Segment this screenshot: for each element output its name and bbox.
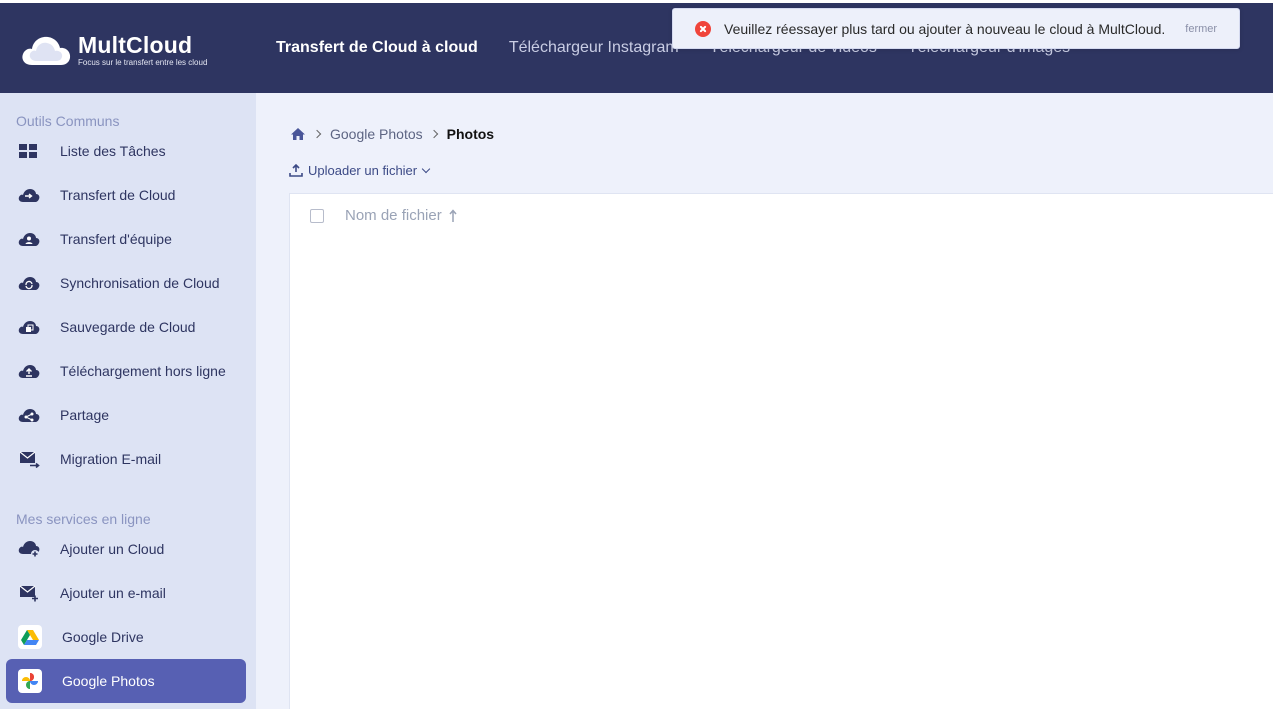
sort-ascending-icon[interactable] [448, 208, 458, 223]
sidebar-item-offline-download[interactable]: Téléchargement hors ligne [6, 349, 246, 393]
sidebar-item-label: Transfert de Cloud [60, 187, 176, 203]
sidebar-item-cloud-transfer[interactable]: Transfert de Cloud [6, 173, 246, 217]
offline-download-icon [18, 365, 40, 378]
google-drive-icon [21, 630, 39, 645]
main-content: Google Photos Photos Uploader un fichier… [256, 93, 1273, 709]
sidebar-item-label: Liste des Tâches [60, 143, 166, 159]
brand-title: MultCloud [78, 31, 193, 58]
toast-message: Veuillez réessayer plus tard ou ajouter … [724, 20, 1166, 37]
upload-icon [289, 164, 303, 177]
sidebar-item-label: Synchronisation de Cloud [60, 275, 220, 291]
sidebar-item-cloud-sync[interactable]: Synchronisation de Cloud [6, 261, 246, 305]
add-cloud-icon [18, 541, 40, 558]
breadcrumb-photos: Photos [446, 126, 495, 142]
file-table-header: Nom de fichier [310, 207, 458, 224]
sidebar-item-label: Ajouter un Cloud [60, 541, 165, 557]
sidebar-item-task-list[interactable]: Liste des Tâches [6, 129, 246, 173]
sidebar-item-label: Sauvegarde de Cloud [60, 319, 196, 335]
error-toast: Veuillez réessayer plus tard ou ajouter … [672, 8, 1240, 49]
add-email-icon [19, 585, 38, 602]
google-photos-tile [18, 669, 42, 693]
cloud-sync-icon [18, 277, 40, 290]
sidebar-item-add-email[interactable]: Ajouter un e-mail [6, 571, 246, 615]
brand-logo[interactable]: MultCloud Focus sur le transfert entre l… [20, 31, 207, 69]
chevron-down-icon [421, 164, 431, 174]
error-icon [695, 20, 711, 37]
email-migration-icon [19, 451, 40, 468]
sidebar-item-label: Migration E-mail [60, 451, 162, 467]
column-filename[interactable]: Nom de fichier [345, 207, 442, 224]
breadcrumb-separator-icon [312, 129, 322, 139]
task-list-icon [19, 144, 37, 158]
sidebar-item-label: Google Photos [62, 673, 155, 689]
file-list-panel: Nom de fichier [289, 193, 1273, 709]
tab-instagram-downloader[interactable]: Téléchargeur Instagram [509, 3, 679, 93]
select-all-checkbox[interactable] [310, 208, 324, 223]
breadcrumb-google-photos[interactable]: Google Photos [330, 126, 423, 142]
upload-label: Uploader un fichier [308, 163, 418, 178]
share-icon [18, 409, 40, 422]
breadcrumb-separator-icon [429, 129, 438, 139]
sidebar-item-label: Partage [60, 407, 110, 423]
sidebar-item-team-transfer[interactable]: Transfert d'équipe [6, 217, 246, 261]
sidebar-item-add-cloud[interactable]: Ajouter un Cloud [6, 527, 246, 571]
sidebar: Outils Communs Liste des Tâches Transfer… [0, 93, 256, 709]
team-transfer-icon [18, 233, 40, 246]
cloud-backup-icon [18, 321, 40, 334]
sidebar-item-label: Transfert d'équipe [60, 231, 172, 247]
sidebar-item-label: Téléchargement hors ligne [60, 363, 226, 379]
google-photos-icon [22, 673, 38, 689]
sidebar-item-google-photos[interactable]: Google Photos [6, 659, 246, 703]
cloud-transfer-icon [18, 189, 40, 202]
sidebar-item-label: Ajouter un e-mail [60, 585, 166, 601]
brand-subtitle: Focus sur le transfert entre les cloud [78, 57, 208, 67]
sidebar-item-google-drive[interactable]: Google Drive [6, 615, 246, 659]
sidebar-item-cloud-backup[interactable]: Sauvegarde de Cloud [6, 305, 246, 349]
home-icon[interactable] [290, 127, 306, 141]
google-drive-tile [18, 625, 42, 649]
sidebar-item-email-migration[interactable]: Migration E-mail [6, 437, 246, 481]
tab-cloud-to-cloud[interactable]: Transfert de Cloud à cloud [276, 3, 478, 96]
upload-file-button[interactable]: Uploader un fichier [289, 163, 431, 178]
sidebar-item-share[interactable]: Partage [6, 393, 246, 437]
toast-close-button[interactable]: fermer [1185, 23, 1217, 35]
cloud-logo-icon [22, 36, 71, 65]
breadcrumb: Google Photos Photos [290, 126, 494, 142]
sidebar-section-common: Outils Communs [16, 113, 120, 129]
sidebar-section-services: Mes services en ligne [16, 511, 151, 527]
sidebar-item-label: Google Drive [62, 629, 144, 645]
